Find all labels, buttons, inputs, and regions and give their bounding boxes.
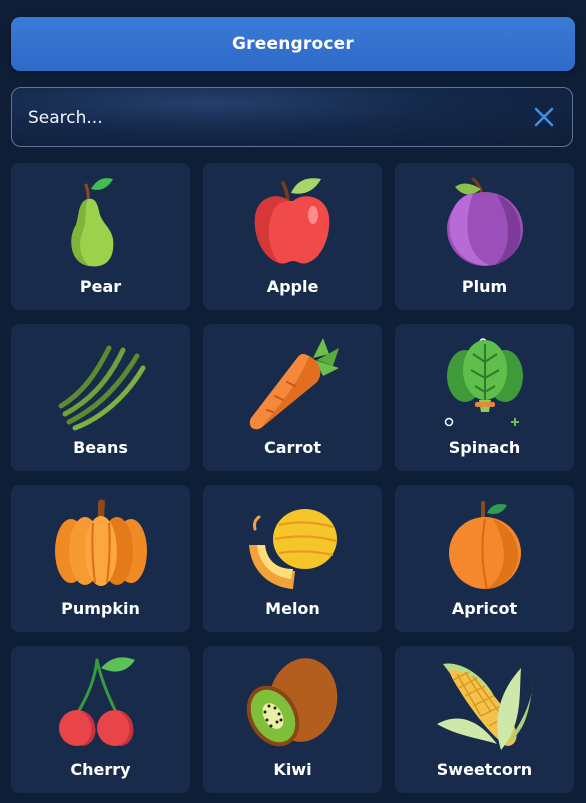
produce-label: Apple xyxy=(266,277,319,296)
plum-icon xyxy=(446,177,523,266)
produce-card-apricot[interactable]: Apricot xyxy=(395,485,574,632)
close-icon xyxy=(534,107,554,127)
produce-label: Carrot xyxy=(264,438,321,457)
spinach-icon xyxy=(444,338,523,427)
produce-label: Pear xyxy=(79,277,122,296)
search-box xyxy=(11,87,573,148)
produce-label: Sweetcorn xyxy=(436,760,533,779)
app-title: Greengrocer xyxy=(232,34,354,54)
produce-label: Beans xyxy=(73,438,128,457)
produce-card-spinach[interactable]: Spinach xyxy=(395,324,574,471)
produce-card-apple[interactable]: Apple xyxy=(203,163,382,310)
produce-label: Pumpkin xyxy=(61,599,140,618)
produce-card-kiwi[interactable]: Kiwi xyxy=(203,646,382,793)
produce-card-plum[interactable]: Plum xyxy=(395,163,574,310)
carrot-icon xyxy=(249,338,339,430)
produce-grid: Pear Apple Plum Beans Carrot Spinach Pum… xyxy=(11,163,574,793)
pumpkin-icon xyxy=(54,499,147,586)
produce-card-pear[interactable]: Pear xyxy=(11,163,190,310)
produce-card-carrot[interactable]: Carrot xyxy=(203,324,382,471)
pear-icon xyxy=(70,178,113,267)
app-title-bar: Greengrocer xyxy=(11,17,575,71)
kiwi-icon xyxy=(246,658,337,747)
beans-icon xyxy=(58,345,145,431)
produce-label: Kiwi xyxy=(273,760,312,779)
produce-label: Plum xyxy=(461,277,508,296)
produce-card-melon[interactable]: Melon xyxy=(203,485,382,632)
apple-icon xyxy=(254,178,329,264)
produce-label: Cherry xyxy=(70,760,131,779)
search-input[interactable] xyxy=(26,88,510,148)
cherry-icon xyxy=(58,657,135,746)
produce-label: Apricot xyxy=(451,599,518,618)
sweetcorn-icon xyxy=(436,663,533,750)
produce-label: Melon xyxy=(265,599,320,618)
apricot-icon xyxy=(448,501,521,590)
produce-card-sweetcorn[interactable]: Sweetcorn xyxy=(395,646,574,793)
produce-card-pumpkin[interactable]: Pumpkin xyxy=(11,485,190,632)
produce-label: Spinach xyxy=(448,438,521,457)
melon-icon xyxy=(248,509,337,589)
clear-search-button[interactable] xyxy=(530,103,558,131)
produce-card-beans[interactable]: Beans xyxy=(11,324,190,471)
produce-card-cherry[interactable]: Cherry xyxy=(11,646,190,793)
